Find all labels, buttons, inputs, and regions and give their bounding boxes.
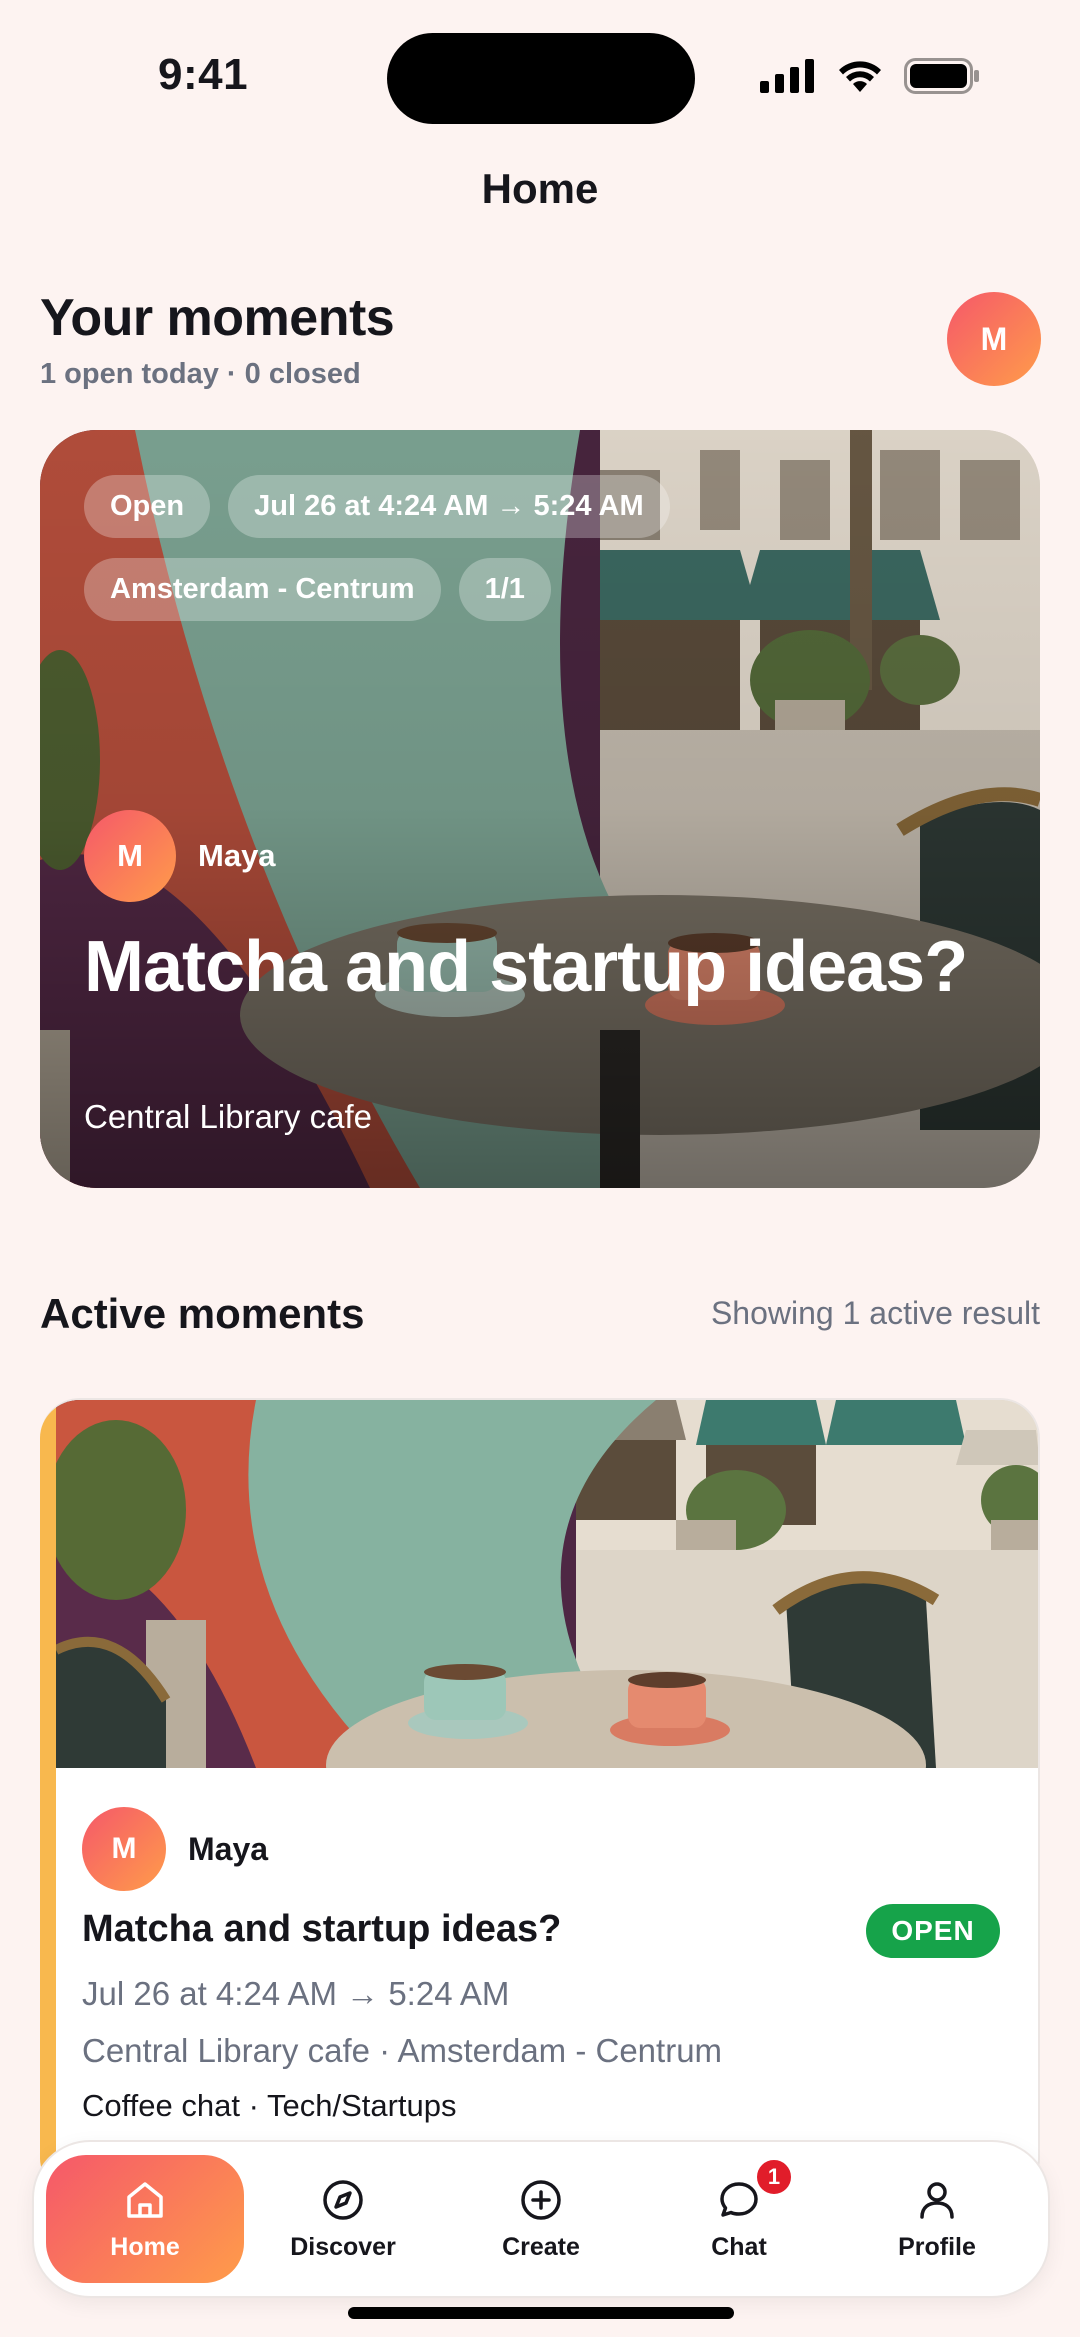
host-name: Maya	[198, 838, 276, 873]
tab-profile[interactable]: Profile	[838, 2155, 1036, 2283]
profile-avatar[interactable]: M	[947, 292, 1041, 386]
host-avatar: M	[82, 1807, 166, 1891]
tab-discover[interactable]: Discover	[244, 2155, 442, 2283]
time-chip: Jul 26 at 4:24 AM → 5:24 AM	[228, 475, 670, 538]
card-time: Jul 26 at 4:24 AM → 5:24 AM	[82, 1975, 510, 2012]
tab-label: Home	[110, 2232, 180, 2261]
page-title: Home	[481, 165, 599, 212]
card-location: Central Library cafe · Amsterdam - Centr…	[82, 2032, 723, 2069]
tab-bar: Home Discover Create 1 Chat Profile	[32, 2140, 1050, 2298]
chat-notification-badge: 1	[754, 2157, 794, 2197]
tab-label: Profile	[898, 2232, 976, 2261]
card-title: Matcha and startup ideas?	[82, 1908, 562, 1950]
status-bar: 9:41	[0, 0, 1080, 150]
dynamic-island	[387, 33, 695, 124]
tab-chat[interactable]: 1 Chat	[640, 2155, 838, 2283]
battery-icon	[904, 58, 979, 94]
status-time: 9:41	[158, 50, 249, 99]
cellular-signal-icon	[760, 59, 814, 93]
host-name: Maya	[188, 1830, 269, 1867]
person-icon	[920, 2181, 954, 2219]
card-accent-bar	[40, 1400, 56, 2196]
status-chip: Open	[84, 475, 211, 538]
tab-home[interactable]: Home	[46, 2155, 244, 2283]
hero-moment-card[interactable]: Open Jul 26 at 4:24 AM → 5:24 AM Amsterd…	[40, 430, 1040, 1188]
hero-title: Matcha and startup ideas?	[84, 927, 968, 1007]
home-icon	[127, 2181, 163, 2218]
tab-label: Chat	[711, 2232, 767, 2261]
home-indicator	[348, 2307, 734, 2319]
tab-label: Create	[502, 2232, 580, 2261]
capacity-chip: 1/1	[458, 558, 551, 621]
active-moment-card[interactable]: M Maya Matcha and startup ideas? OPEN Ju…	[40, 1398, 1040, 2198]
compass-icon	[323, 2179, 363, 2220]
host-avatar: M	[84, 810, 176, 902]
tab-create[interactable]: Create	[442, 2155, 640, 2283]
active-moments-title: Active moments	[40, 1290, 365, 1337]
hero-place: Central Library cafe	[84, 1098, 372, 1135]
status-icons	[760, 58, 980, 94]
plus-circle-icon	[521, 2179, 561, 2220]
status-badge: OPEN	[866, 1904, 1000, 1958]
active-results-count: Showing 1 active result	[710, 1295, 1040, 1331]
location-chip: Amsterdam - Centrum	[84, 558, 441, 621]
wifi-icon	[839, 61, 881, 92]
hero-chips: Open Jul 26 at 4:24 AM → 5:24 AM Amsterd…	[84, 475, 984, 641]
hero-host: M Maya	[84, 810, 276, 902]
card-host: M Maya	[82, 1807, 268, 1891]
card-image	[56, 1400, 1038, 1768]
your-moments-subtitle: 1 open today · 0 closed	[40, 358, 361, 390]
your-moments-title: Your moments	[40, 289, 395, 347]
card-tags: Coffee chat · Tech/Startups	[82, 2088, 457, 2123]
tab-label: Discover	[290, 2232, 396, 2261]
